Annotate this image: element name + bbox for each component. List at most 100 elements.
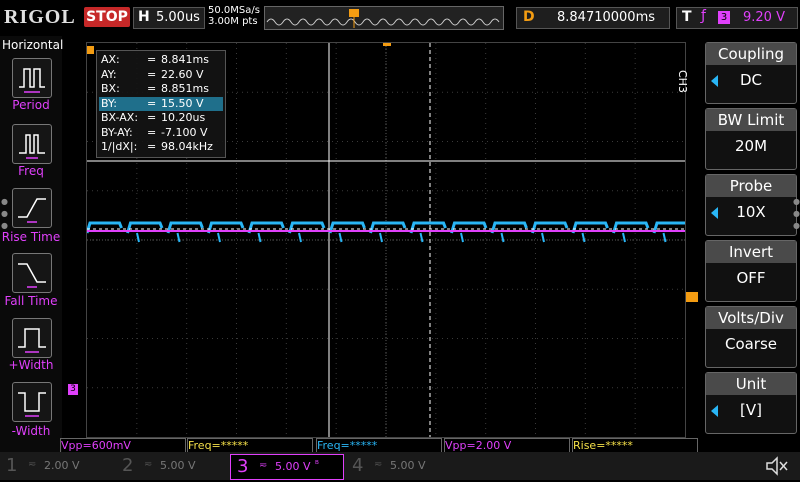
brand-logo: RIGOL <box>4 6 76 28</box>
freq-button[interactable] <box>12 124 52 164</box>
rising-edge-icon: ƒ <box>701 8 706 24</box>
timebase-key: H <box>138 9 150 25</box>
neg-width-icon <box>18 392 46 417</box>
channel-number: 2 <box>122 455 134 476</box>
menu-value: 20M <box>734 137 768 155</box>
trigger-position-marker <box>349 9 359 17</box>
trigger-level-marker[interactable] <box>686 292 698 302</box>
dc-coupling-icon: ≂ <box>374 459 383 470</box>
acquisition-info: 50.0MSa/s 3.00M pts <box>208 5 260 27</box>
cursor-name: AY: <box>101 67 117 81</box>
trigger-position-marker <box>87 46 94 54</box>
cursor-eq: = <box>147 53 157 66</box>
menu-title: Unit <box>706 373 796 395</box>
fall-time-label: Fall Time <box>4 294 58 308</box>
menu-value: Coarse <box>724 335 778 353</box>
period-button[interactable] <box>12 58 52 98</box>
bw-limit-menu-button[interactable]: BW Limit 20M <box>705 108 797 170</box>
ch4-waveform-spike <box>136 232 707 243</box>
cursor-value: -7.100 V <box>161 125 208 139</box>
sample-rate: 50.0MSa/s <box>208 5 260 16</box>
cursor-name: AX: <box>101 53 120 66</box>
cursor-eq: = <box>147 140 157 153</box>
channel-3-tab[interactable]: 3 ≂ 5.00 V ᴮ <box>230 454 344 480</box>
cursor-value: 8.851ms <box>161 82 209 95</box>
rise-time-icon <box>18 198 46 223</box>
timebase-value: 5.00us <box>156 10 200 25</box>
cursor-name: BX: <box>101 82 120 95</box>
dc-coupling-icon: ≂ <box>144 459 153 470</box>
timebase-box[interactable]: H 5.00us <box>133 7 205 29</box>
cursor-row: BY-AY: = -7.100 V <box>99 126 223 140</box>
menu-title: Volts/Div <box>706 307 796 329</box>
mute-button[interactable] <box>762 454 792 478</box>
channel-settings-menu: Coupling DC BW Limit 20M Probe 10X Invert OFF Vo… <box>705 42 797 442</box>
measurement-item[interactable]: Rise=***** <box>572 438 698 453</box>
rise-time-button[interactable] <box>12 188 52 228</box>
cursor-value: 22.60 V <box>161 67 204 81</box>
cursor-readout-table: AX: = 8.841ms AY: = 22.60 V BX: = 8.851ms BY: = 15.… <box>96 50 226 158</box>
left-arrow-icon <box>711 207 718 219</box>
channel-scale: 5.00 V <box>160 459 196 472</box>
page-dots-icon: ● ● ● <box>1 197 8 230</box>
cursor-eq: = <box>147 82 157 95</box>
panel-title: Horizontal <box>2 38 64 52</box>
run-stop-button[interactable]: STOP <box>84 7 130 27</box>
menu-value: OFF <box>736 269 766 287</box>
cursor-name: BX-AX: <box>101 111 139 124</box>
cursor-row: AY: = 22.60 V <box>99 68 223 82</box>
menu-title: Coupling <box>706 43 796 65</box>
cursor-row: 1/|dX|: = 98.04kHz <box>99 140 223 154</box>
delay-box[interactable]: D 8.84710000ms <box>516 7 670 29</box>
ch3-offset-marker[interactable]: 3 <box>68 384 78 395</box>
cursor-value: 15.50 V <box>161 96 204 110</box>
channel-scale: 5.00 V <box>390 459 426 472</box>
invert-menu-button[interactable]: Invert OFF <box>705 240 797 302</box>
trigger-time-marker <box>383 41 391 46</box>
freq-icon <box>19 134 45 159</box>
menu-title: Invert <box>706 241 796 263</box>
channel-4-tab[interactable]: 4 ≂ 5.00 V <box>346 454 458 478</box>
cursor-name: BY-AY: <box>101 125 133 139</box>
cursor-eq: = <box>147 67 157 81</box>
measurement-item[interactable]: Vpp=2.00 V <box>444 438 570 453</box>
cursor-eq: = <box>147 111 157 124</box>
cursor-value: 98.04kHz <box>161 140 213 153</box>
fall-time-icon <box>18 263 46 288</box>
cursor-eq: = <box>147 125 157 139</box>
memory-waveform-overview[interactable] <box>264 6 504 30</box>
menu-value: [V] <box>740 401 762 419</box>
volts-div-menu-button[interactable]: Volts/Div Coarse <box>705 306 797 368</box>
left-arrow-icon <box>711 405 718 417</box>
memory-wave-icon <box>266 9 500 28</box>
cursor-value: 8.841ms <box>161 53 209 66</box>
trigger-key: T <box>682 9 692 25</box>
measurement-item[interactable]: Freq=***** <box>316 438 442 453</box>
unit-menu-button[interactable]: Unit [V] <box>705 372 797 434</box>
channel-number: 3 <box>237 456 249 477</box>
coupling-menu-button[interactable]: Coupling DC <box>705 42 797 104</box>
rise-time-label: Rise Time <box>1 230 61 244</box>
measurement-item[interactable]: Freq=***** <box>187 438 313 453</box>
channel-number: 1 <box>6 455 18 476</box>
cursor-row: BX-AX: = 10.20us <box>99 111 223 125</box>
page-dots-icon: ● ● ● <box>793 197 800 230</box>
channel-2-tab[interactable]: 2 ≂ 5.00 V <box>116 454 228 478</box>
channel-scale: 2.00 V <box>44 459 80 472</box>
cursor-row: BX: = 8.851ms <box>99 82 223 96</box>
channel-1-tab[interactable]: 1 ≂ 2.00 V <box>0 454 112 478</box>
left-arrow-icon <box>711 75 718 87</box>
dc-coupling-icon: ≂ <box>259 460 268 471</box>
neg-width-button[interactable] <box>12 382 52 422</box>
measurement-item[interactable]: Vpp=600mV <box>60 438 186 453</box>
trigger-box[interactable]: T ƒ 3 9.20 V <box>676 7 798 29</box>
probe-menu-button[interactable]: Probe 10X <box>705 174 797 236</box>
pos-width-button[interactable] <box>12 318 52 358</box>
bw-limit-icon: ᴮ <box>315 460 319 470</box>
fall-time-button[interactable] <box>12 253 52 293</box>
cursor-row: AX: = 8.841ms <box>99 53 223 67</box>
channel-label: CH3 <box>676 70 689 93</box>
cursor-row: BY: = 15.50 V <box>99 96 223 111</box>
menu-value: 10X <box>736 203 766 221</box>
menu-title: BW Limit <box>706 109 796 131</box>
